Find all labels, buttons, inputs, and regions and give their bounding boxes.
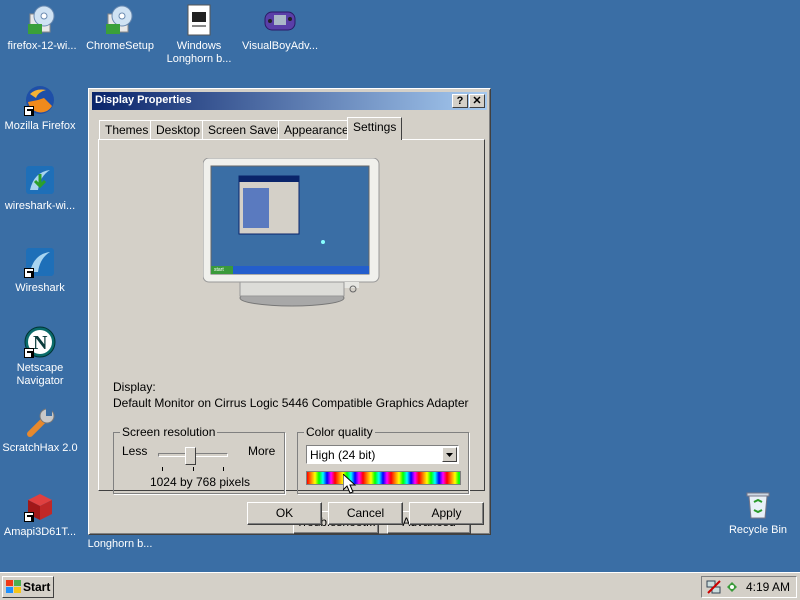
windows-logo-icon [6,580,21,593]
svg-text:N: N [33,332,48,354]
resolution-ticks [162,467,224,471]
tab-settings[interactable]: Settings [347,117,403,140]
desktop-icon-chromesetup[interactable]: ChromeSetup [78,4,162,53]
desktop-icon-wireshark-installer[interactable]: wireshark-wi... [0,164,82,213]
tab-appearance[interactable]: Appearance [278,120,355,139]
document-window-icon [183,4,215,36]
3d-box-icon [24,490,56,522]
desktop-icon-partial-label: Longhorn b... [78,538,162,551]
desktop-icon-label: Wireshark [15,282,65,294]
shortcut-arrow-icon [24,512,34,522]
desktop-icon-netscape-navigator[interactable]: N Netscape Navigator [0,326,82,388]
shortcut-arrow-icon [24,268,34,278]
resolution-value: 1024 by 768 pixels [149,475,251,489]
desktop-icon-amapi3d[interactable]: Amapi3D61T... [0,490,82,539]
desktop-icon-label: Windows Longhorn b... [166,40,232,65]
screen-resolution-group: Screen resolution Less More 1024 by 768 … [113,425,285,494]
wrench-icon [24,406,56,438]
clock[interactable]: 4:19 AM [746,580,790,594]
color-quality-selected: High (24 bit) [310,448,376,462]
color-quality-group: Color quality High (24 bit) [297,425,469,494]
wireshark-installer-icon [24,164,56,196]
desktop-icon-visualboyadvance[interactable]: VisualBoyAdv... [238,4,322,53]
title-bar[interactable]: Display Properties ? ✕ [92,92,487,110]
settings-tab-panel: start Display: Default Monitor on Cirrus… [98,139,485,534]
desktop-icon-wireshark[interactable]: Wireshark [0,246,82,295]
installer-disc-icon [26,4,58,36]
start-label: Start [23,580,51,594]
firefox-icon [24,84,56,116]
netscape-icon: N [24,326,56,358]
close-button[interactable]: ✕ [469,94,485,108]
desktop-icon-label: ScratchHax 2.0 [2,442,78,454]
tab-themes[interactable]: Themes [99,120,155,139]
network-icon[interactable] [706,579,722,595]
desktop-icon-label: Amapi3D61T... [3,526,77,538]
desktop-icon-windows-longhorn[interactable]: Windows Longhorn b... [157,4,241,66]
tab-desktop[interactable]: Desktop [150,120,207,139]
recycle-bin-icon [742,488,774,520]
more-label: More [248,444,276,458]
desktop-icon-mozilla-firefox[interactable]: Mozilla Firefox [0,84,82,133]
resolution-slider[interactable] [158,447,228,469]
desktop-icon-scratchhax[interactable]: ScratchHax 2.0 [0,406,82,455]
tab-screen-saver[interactable]: Screen Saver [202,120,287,139]
desktop-icon-label: Longhorn b... [87,538,153,550]
taskbar: Start 4:19 AM [0,572,800,600]
dropdown-arrow-button[interactable] [442,447,457,462]
desktop-icon-label: Netscape Navigator [16,362,64,387]
color-spectrum-bar [306,471,461,485]
desktop-icon-label: Recycle Bin [728,524,788,536]
ok-button[interactable]: OK [247,502,322,525]
screen-resolution-title: Screen resolution [120,425,218,439]
chevron-down-icon [446,453,453,457]
mouse-cursor-icon [343,474,357,494]
monitor-preview: start [202,157,381,308]
start-button[interactable]: Start [2,576,54,598]
desktop-icon-label: wireshark-wi... [4,200,76,212]
display-value: Default Monitor on Cirrus Logic 5446 Com… [113,396,469,410]
display-label: Display: [113,380,156,394]
desktop-icon-label: VisualBoyAdv... [241,40,319,52]
less-label: Less [122,444,148,458]
gameboy-advance-icon [264,4,296,36]
desktop-icon-label: Mozilla Firefox [4,120,76,132]
color-quality-dropdown[interactable]: High (24 bit) [306,445,459,464]
desktop-icon-label: firefox-12-wi... [7,40,77,52]
window-title: Display Properties [95,94,192,106]
installer-disc-icon [104,4,136,36]
shortcut-arrow-icon [24,348,34,358]
color-quality-title: Color quality [304,425,375,439]
desktop-icon-recycle-bin[interactable]: Recycle Bin [716,488,800,537]
system-tray: 4:19 AM [701,576,797,598]
tray-app-icon[interactable] [724,579,740,595]
slider-thumb[interactable] [185,447,196,465]
wireshark-icon [24,246,56,278]
desktop-icon-firefox-installer[interactable]: firefox-12-wi... [0,4,84,53]
help-button[interactable]: ? [452,94,468,108]
apply-button[interactable]: Apply [409,502,484,525]
cancel-button[interactable]: Cancel [328,502,403,525]
shortcut-arrow-icon [24,106,34,116]
preview-start-label: start [214,267,224,273]
desktop-icon-label: ChromeSetup [86,40,154,52]
display-properties-window: Display Properties ? ✕ Themes Desktop Sc… [88,88,491,535]
